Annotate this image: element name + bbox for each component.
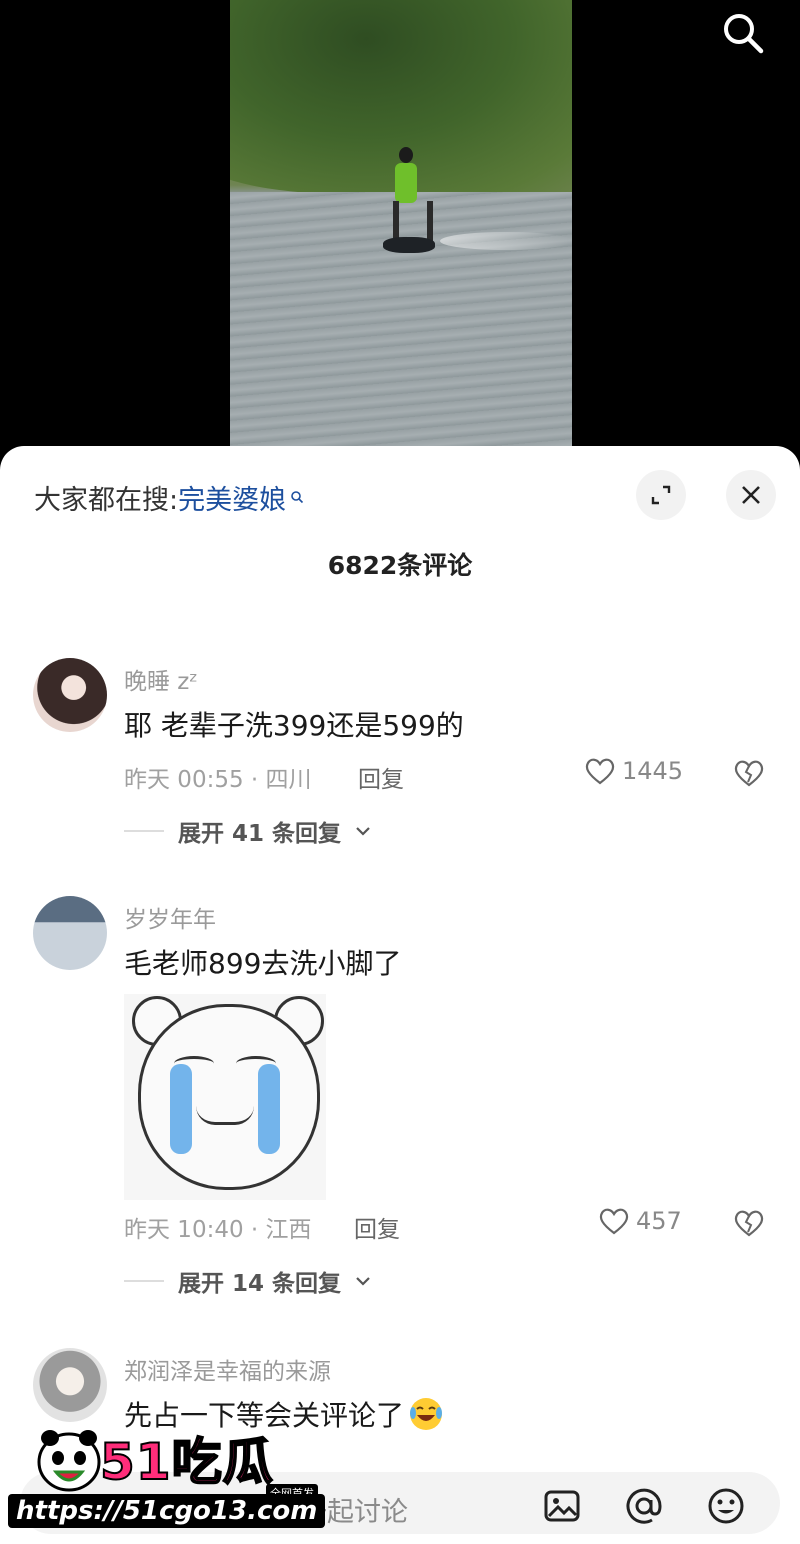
like-button[interactable]: 1445: [584, 756, 683, 786]
avatar[interactable]: [33, 658, 107, 732]
watermark-mascot: [34, 1426, 104, 1496]
expand-button[interactable]: [636, 470, 686, 520]
watermark-logo-text: 51吃瓜: [99, 1432, 274, 1492]
chevron-down-icon: [356, 827, 370, 836]
comment-text: 毛老师899去洗小脚了: [124, 947, 402, 980]
image-icon[interactable]: [542, 1486, 582, 1526]
hot-search-prefix: 大家都在搜:: [34, 485, 179, 516]
close-button[interactable]: [726, 470, 776, 520]
comment-count-title: 6822条评论: [327, 551, 473, 580]
broken-heart-icon: [734, 1210, 764, 1237]
watermark-url: https://51cgo13.com: [8, 1494, 326, 1528]
search-icon: [290, 480, 304, 511]
expand-replies-label: 展开 14 条回复: [178, 1271, 342, 1297]
comment-sheet: 大家都在搜:完美婆娘 6822条评论 晚睡 zᶻ 耶 老辈子洗399还是599的…: [0, 446, 800, 1544]
reply-button[interactable]: 回复: [358, 760, 404, 794]
dislike-button[interactable]: [732, 1208, 766, 1242]
laughing-tears-emoji: [408, 1396, 444, 1439]
chevron-down-icon: [356, 1277, 370, 1286]
comment-username[interactable]: 郑润泽是幸福的来源: [124, 1352, 331, 1386]
expand-icon: [651, 485, 671, 505]
close-icon: [742, 486, 760, 504]
heart-icon: [585, 758, 615, 785]
watermark: 51吃瓜 全网首发 https://51cgo13.com: [8, 1420, 326, 1536]
video-player[interactable]: [0, 0, 800, 460]
comment-meta: 昨天 10:40 · 江西: [124, 1217, 312, 1243]
expand-replies-button[interactable]: 展开 14 条回复: [124, 1264, 371, 1298]
comment-meta: 昨天 00:55 · 四川: [124, 767, 312, 793]
like-count: 457: [636, 1207, 682, 1235]
emoji-icon[interactable]: [706, 1486, 746, 1526]
hot-search-term[interactable]: 完美婆娘: [178, 485, 286, 516]
avatar[interactable]: [33, 896, 107, 970]
search-icon[interactable]: [718, 8, 768, 58]
expand-replies-label: 展开 41 条回复: [178, 821, 342, 847]
crying-bear-sticker[interactable]: [124, 994, 326, 1200]
like-button[interactable]: 457: [598, 1206, 682, 1236]
heart-icon: [599, 1208, 629, 1235]
at-icon[interactable]: [624, 1486, 664, 1526]
broken-heart-icon: [734, 760, 764, 787]
comment-username[interactable]: 岁岁年年: [124, 900, 216, 934]
hot-search-bar[interactable]: 大家都在搜:完美婆娘: [34, 478, 304, 517]
like-count: 1445: [622, 757, 684, 785]
comment-text: 耶 老辈子洗399还是599的: [124, 709, 464, 742]
reply-button[interactable]: 回复: [354, 1210, 400, 1244]
video-wake: [440, 232, 572, 250]
dislike-button[interactable]: [732, 758, 766, 792]
expand-replies-button[interactable]: 展开 41 条回复: [124, 814, 371, 848]
comment-username[interactable]: 晚睡 zᶻ: [124, 662, 198, 696]
avatar[interactable]: [33, 1348, 107, 1422]
